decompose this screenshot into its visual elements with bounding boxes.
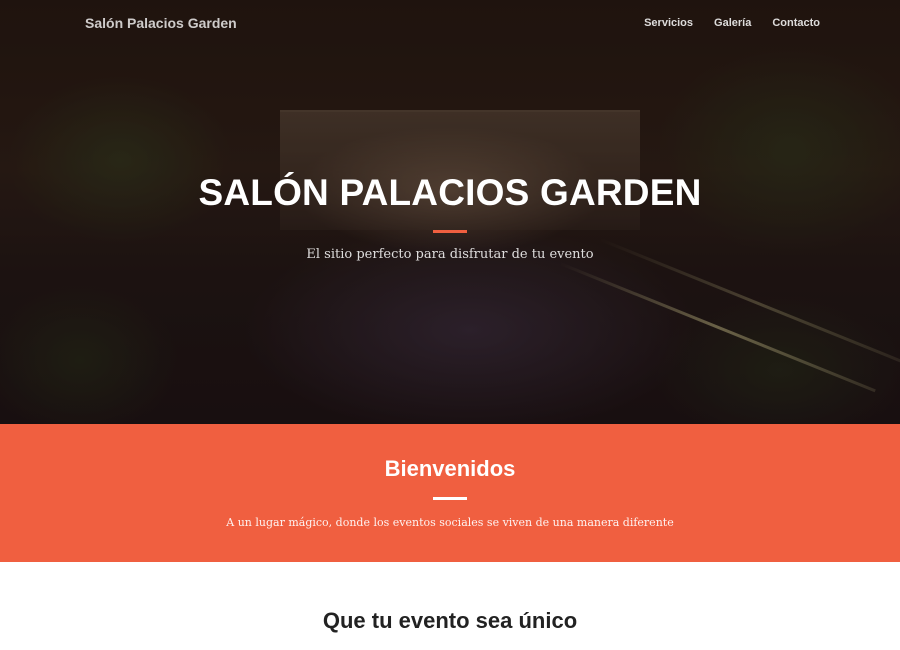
nav-link-servicios[interactable]: Servicios	[644, 17, 693, 29]
nav-link-contacto[interactable]: Contacto	[772, 17, 820, 29]
hero-title: SALÓN PALACIOS GARDEN	[198, 172, 702, 213]
welcome-text: A un lugar mágico, donde los eventos soc…	[226, 516, 674, 529]
hero-divider	[433, 230, 467, 233]
brand-link[interactable]: Salón Palacios Garden	[85, 15, 237, 31]
hero-section: Salón Palacios Garden Servicios Galería …	[0, 0, 900, 424]
welcome-section: Bienvenidos A un lugar mágico, donde los…	[0, 424, 900, 562]
navbar: Salón Palacios Garden Servicios Galería …	[0, 0, 900, 46]
welcome-divider	[433, 497, 467, 500]
services-title: Que tu evento sea único	[322, 608, 578, 633]
nav-links: Servicios Galería Contacto	[644, 17, 820, 29]
services-section: Que tu evento sea único	[0, 562, 900, 650]
hero-content: SALÓN PALACIOS GARDEN El sitio perfecto …	[0, 172, 900, 262]
welcome-title: Bienvenidos	[384, 456, 516, 481]
nav-link-galeria[interactable]: Galería	[714, 17, 751, 29]
hero-subtitle: El sitio perfecto para disfrutar de tu e…	[306, 247, 594, 262]
